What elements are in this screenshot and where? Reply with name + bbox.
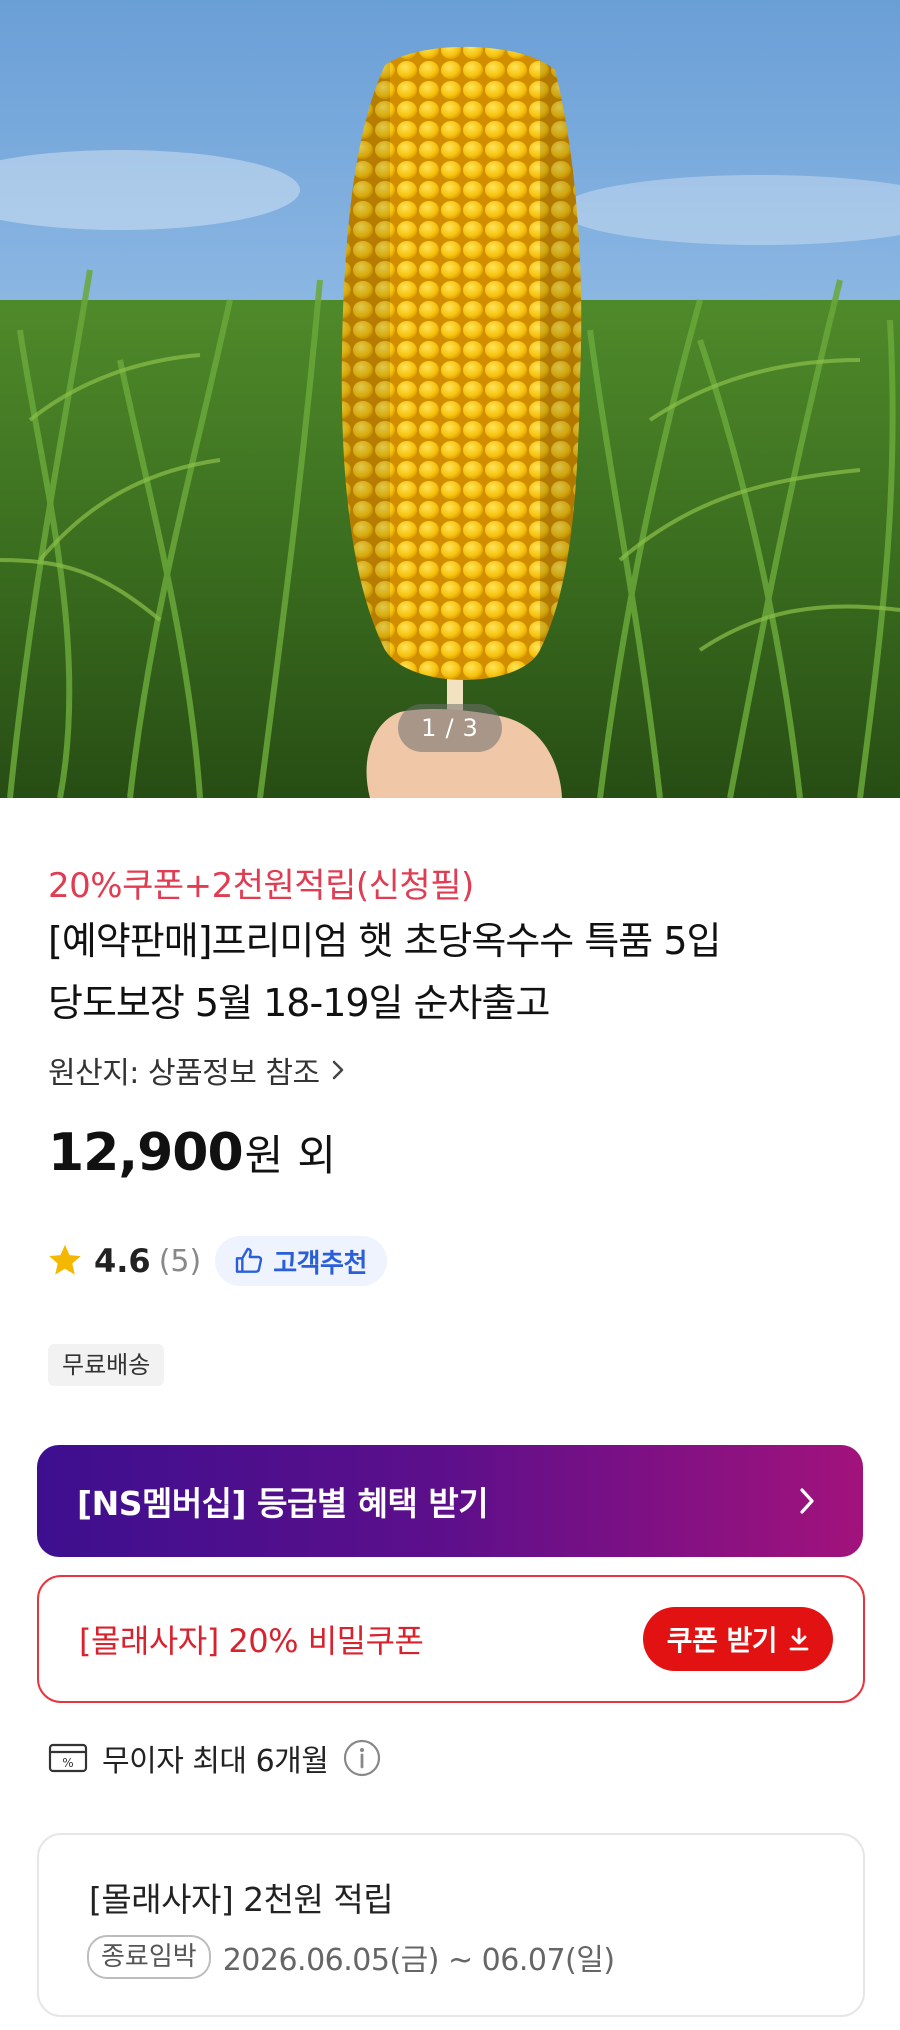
card-percent-icon: %	[48, 1743, 88, 1773]
coupon-download-button[interactable]: 쿠폰 받기	[642, 1607, 833, 1671]
product-title-line1: [예약판매]프리미엄 햇 초당옥수수 특품 5입	[48, 919, 721, 963]
pager-total: 3	[462, 714, 479, 742]
reward-card[interactable]: [몰래사자] 2천원 적립 종료임박 2026.06.05(금) ~ 06.07…	[37, 1833, 865, 2017]
price-suffix: 외	[297, 1131, 336, 1180]
promo-text: 20%쿠폰+2천원적립(신청필)	[48, 866, 474, 906]
origin-label: 원산지: 상품정보 참조	[48, 1056, 320, 1091]
rating-score: 4.6	[94, 1242, 151, 1280]
coupon-button-label: 쿠폰 받기	[666, 1624, 778, 1657]
membership-label: [NS멤버십] 등급별 혜택 받기	[77, 1484, 489, 1523]
product-title-line2: 당도보장 5월 18-19일 순차출고	[48, 981, 550, 1025]
price-unit: 원	[244, 1131, 284, 1180]
pager-current: 1	[421, 714, 438, 742]
chevron-right-icon	[332, 1060, 343, 1080]
recommend-label: 고객추천	[273, 1248, 367, 1279]
installment-label: 무이자 최대 6개월	[102, 1744, 329, 1779]
reward-meta: 종료임박 2026.06.05(금) ~ 06.07(일)	[87, 1935, 615, 1979]
reward-title: [몰래사자] 2천원 적립	[89, 1880, 394, 1919]
recommend-badge: 고객추천	[215, 1236, 387, 1286]
price-row: 12,900 원 외	[48, 1122, 336, 1183]
thumbs-up-icon	[235, 1247, 263, 1273]
review-count: (5)	[158, 1243, 202, 1279]
price-value: 12,900	[48, 1123, 244, 1183]
deadline-badge: 종료임박	[87, 1935, 211, 1979]
rating-row[interactable]: 4.6 (5) 고객추천	[46, 1236, 387, 1286]
reward-period: 2026.06.05(금) ~ 06.07(일)	[222, 1943, 615, 1978]
info-icon[interactable]	[342, 1738, 382, 1778]
chevron-right-icon	[800, 1488, 814, 1514]
star-icon	[49, 1244, 81, 1275]
pager-separator: /	[445, 714, 455, 742]
coupon-box: [몰래사자] 20% 비밀쿠폰 쿠폰 받기	[37, 1575, 865, 1703]
shipping-tag: 무료배송	[48, 1344, 165, 1386]
coupon-label: [몰래사자] 20% 비밀쿠폰	[79, 1622, 424, 1660]
download-icon	[789, 1627, 809, 1651]
image-pager: 1/3	[398, 704, 502, 752]
installment-row: % 무이자 최대 6개월	[48, 1736, 382, 1780]
corn-photo	[0, 0, 900, 798]
membership-banner[interactable]: [NS멤버십] 등급별 혜택 받기	[37, 1445, 863, 1557]
product-title: [예약판매]프리미엄 햇 초당옥수수 특품 5입 당도보장 5월 18-19일 …	[48, 910, 868, 1034]
product-image[interactable]: 1/3	[0, 0, 900, 798]
origin-link[interactable]: 원산지: 상품정보 참조	[48, 1048, 346, 1092]
svg-text:%: %	[62, 1756, 73, 1770]
